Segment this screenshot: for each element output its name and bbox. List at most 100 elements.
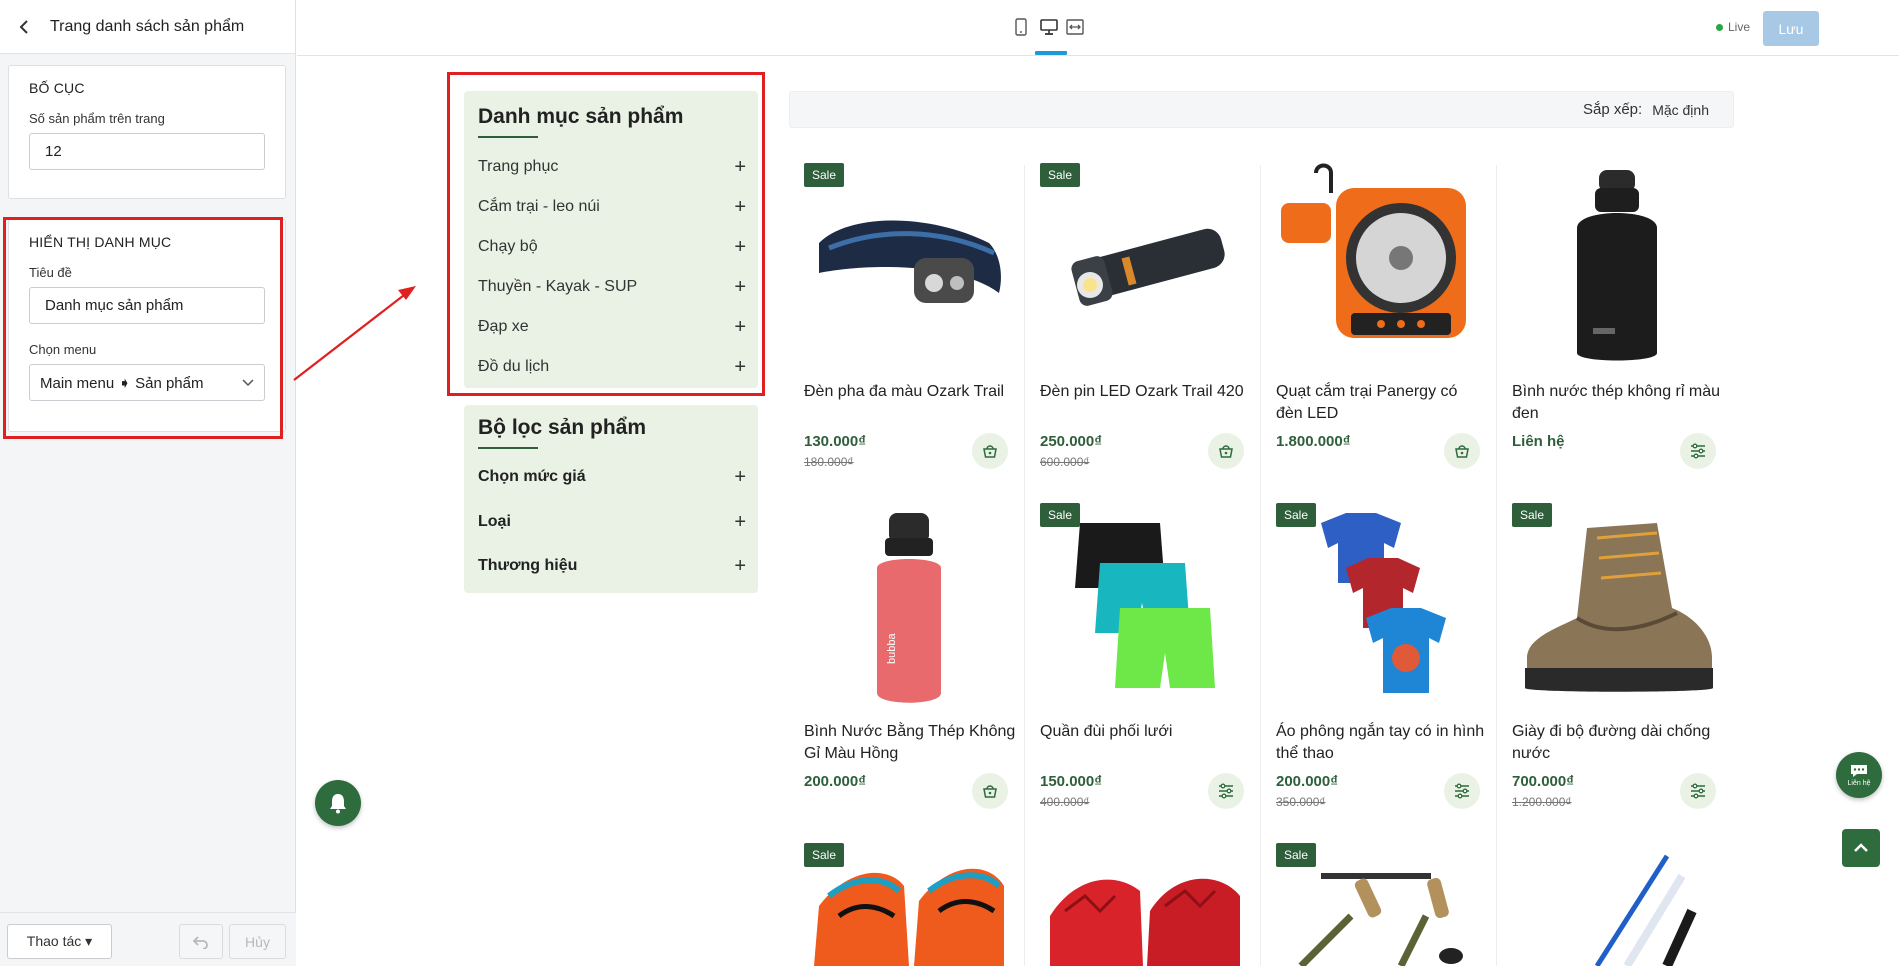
filter-item[interactable]: Loại + bbox=[478, 510, 746, 534]
product-image[interactable] bbox=[1512, 503, 1722, 713]
product-name[interactable]: Bình nước thép không rỉ màu đen bbox=[1512, 381, 1724, 425]
product-image[interactable] bbox=[1276, 163, 1486, 373]
cancel-button[interactable]: Hủy bbox=[229, 924, 286, 959]
product-image[interactable] bbox=[1040, 163, 1250, 373]
filter-title: Bộ lọc sản phẩm bbox=[478, 416, 647, 439]
plus-icon[interactable]: + bbox=[734, 512, 746, 532]
options-icon bbox=[1455, 783, 1469, 799]
svg-text:bubba: bubba bbox=[886, 633, 898, 664]
trekking-poles-image bbox=[1298, 873, 1463, 966]
options-button[interactable] bbox=[1680, 773, 1716, 809]
scroll-to-top-button[interactable] bbox=[1842, 829, 1880, 867]
product-old-price: 1.200.000₫ bbox=[1512, 795, 1572, 809]
bell-icon bbox=[330, 794, 346, 814]
flashlight-image bbox=[1071, 228, 1225, 306]
cart-icon bbox=[983, 785, 997, 798]
product-name[interactable]: Đèn pha đa màu Ozark Trail bbox=[804, 381, 1016, 403]
options-button[interactable] bbox=[1208, 773, 1244, 809]
product-image[interactable] bbox=[1040, 503, 1250, 713]
product-name[interactable]: Bình Nước Bằng Thép Không Gỉ Màu Hồng bbox=[804, 721, 1016, 765]
product-card[interactable]: Sale Giày đi bộ đường dài chống nước 700… bbox=[1512, 503, 1748, 833]
desktop-icon bbox=[1040, 19, 1058, 35]
tshirts-image bbox=[1321, 513, 1446, 693]
sidebar-header: Trang danh sách sản phẩm bbox=[0, 0, 295, 54]
layout-card: BỐ CỤC Số sản phẩm trên trang 12 bbox=[8, 65, 286, 199]
filter-item[interactable]: Chọn mức giá + bbox=[478, 465, 746, 489]
product-card[interactable] bbox=[1040, 843, 1276, 966]
product-card[interactable]: Sale bbox=[1276, 843, 1512, 966]
filter-block: Bộ lọc sản phẩm Chọn mức giá + Loại + Thươ… bbox=[464, 405, 758, 593]
black-bottle-image bbox=[1577, 170, 1657, 361]
product-card[interactable]: Bình nước thép không rỉ màu đen Liên hệ bbox=[1512, 163, 1748, 493]
chevron-up-icon bbox=[1854, 843, 1868, 852]
add-to-cart-button[interactable] bbox=[1444, 433, 1480, 469]
sale-badge: Sale bbox=[1040, 503, 1081, 527]
shorts-image bbox=[1075, 523, 1215, 688]
add-to-cart-button[interactable] bbox=[1208, 433, 1244, 469]
save-button[interactable]: Lưu bbox=[1763, 11, 1819, 46]
product-image[interactable] bbox=[1512, 843, 1722, 966]
product-card[interactable]: Sale Đèn pha đa màu Ozark Trail 130.000₫… bbox=[804, 163, 1040, 493]
mobile-view-button[interactable] bbox=[1010, 16, 1032, 38]
product-name[interactable]: Áo phông ngắn tay có in hình thể thao bbox=[1276, 721, 1488, 765]
back-button[interactable] bbox=[12, 14, 38, 40]
product-name[interactable]: Giày đi bộ đường dài chống nước bbox=[1512, 721, 1724, 765]
red-shoes-image bbox=[1050, 878, 1240, 966]
undo-icon bbox=[193, 935, 208, 949]
live-status: Live bbox=[1716, 20, 1750, 34]
sort-select[interactable]: Mặc định bbox=[1652, 102, 1709, 118]
product-card[interactable]: Sale Quần đùi phối lưới 150.000₫ 400.000… bbox=[1040, 503, 1276, 833]
product-image[interactable] bbox=[1040, 843, 1250, 966]
product-card[interactable] bbox=[1512, 843, 1748, 966]
product-price: 130.000₫ bbox=[804, 433, 866, 450]
blue-poles-image bbox=[1594, 854, 1697, 966]
filter-title-underline bbox=[478, 447, 538, 449]
category-highlight-box bbox=[447, 72, 765, 396]
options-button[interactable] bbox=[1680, 433, 1716, 469]
fullwidth-view-button[interactable] bbox=[1064, 16, 1086, 38]
product-old-price: 180.000₫ bbox=[804, 455, 854, 469]
product-price: 200.000₫ bbox=[1276, 773, 1338, 790]
product-card[interactable]: Sale Áo phông ngắn tay có in hình thể th… bbox=[1276, 503, 1512, 833]
actions-dropdown-button[interactable]: Thao tác ▾ bbox=[7, 924, 112, 959]
add-to-cart-button[interactable] bbox=[972, 433, 1008, 469]
active-device-indicator bbox=[1035, 51, 1067, 55]
editor-app: Trang danh sách sản phẩm BỐ CỤC Số sản p… bbox=[0, 0, 1899, 966]
product-price: 700.000₫ bbox=[1512, 773, 1574, 790]
product-image[interactable]: bubba bbox=[804, 503, 1014, 713]
sidebar-highlight-box bbox=[3, 217, 283, 439]
product-name[interactable]: Đèn pin LED Ozark Trail 420 bbox=[1040, 381, 1252, 403]
layout-heading: BỐ CỤC bbox=[29, 80, 85, 96]
sidebar-title: Trang danh sách sản phẩm bbox=[50, 17, 245, 35]
product-price: 250.000₫ bbox=[1040, 433, 1102, 450]
desktop-view-button[interactable] bbox=[1038, 16, 1060, 38]
product-image[interactable] bbox=[1512, 163, 1722, 373]
product-card[interactable]: Quạt cắm trại Panergy có đèn LED 1.800.0… bbox=[1276, 163, 1512, 493]
product-image[interactable] bbox=[1276, 503, 1486, 713]
plus-icon[interactable]: + bbox=[734, 556, 746, 576]
product-card[interactable]: bubba Bình Nước Bằng Thép Không Gỉ Màu H… bbox=[804, 503, 1040, 833]
options-button[interactable] bbox=[1444, 773, 1480, 809]
undo-button[interactable] bbox=[179, 924, 223, 959]
product-card[interactable]: Sale bbox=[804, 843, 1040, 966]
preview-topbar: Live Lưu bbox=[297, 0, 1899, 56]
contact-button[interactable]: Liên hệ bbox=[1836, 752, 1882, 798]
add-to-cart-button[interactable] bbox=[972, 773, 1008, 809]
mobile-icon bbox=[1015, 18, 1027, 36]
product-old-price: 400.000₫ bbox=[1040, 795, 1090, 809]
notification-bell-button[interactable] bbox=[315, 780, 361, 826]
filter-item[interactable]: Thương hiệu + bbox=[478, 554, 746, 578]
product-card[interactable]: Sale Đèn pin LED Ozark Trail 420 250.000… bbox=[1040, 163, 1276, 493]
product-old-price: 600.000₫ bbox=[1040, 455, 1090, 469]
product-name[interactable]: Quần đùi phối lưới bbox=[1040, 721, 1252, 743]
sale-badge: Sale bbox=[1276, 843, 1317, 867]
options-icon bbox=[1691, 783, 1705, 799]
per-page-input[interactable]: 12 bbox=[29, 133, 265, 170]
headlamp-image bbox=[819, 220, 1001, 303]
sale-badge: Sale bbox=[1512, 503, 1553, 527]
product-image[interactable] bbox=[804, 163, 1014, 373]
plus-icon[interactable]: + bbox=[734, 467, 746, 487]
live-label: Live bbox=[1728, 20, 1751, 34]
product-name[interactable]: Quạt cắm trại Panergy có đèn LED bbox=[1276, 381, 1488, 425]
sidebar-footer: Thao tác ▾ Hủy bbox=[0, 912, 296, 966]
